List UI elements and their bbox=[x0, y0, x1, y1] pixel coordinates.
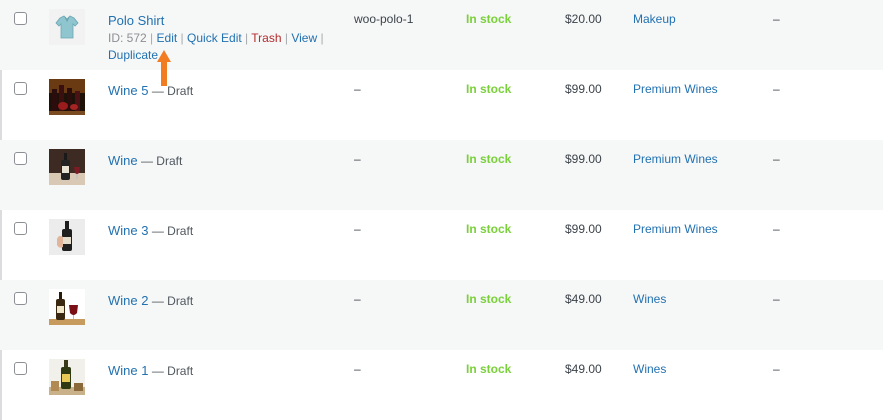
price-cell: $49.00 bbox=[565, 362, 602, 376]
category-link[interactable]: Premium Wines bbox=[633, 152, 718, 166]
row-checkbox[interactable] bbox=[14, 292, 27, 305]
name-cell: Polo Shirt ID: 572 | Edit | Quick Edit |… bbox=[108, 12, 338, 64]
category-link[interactable]: Premium Wines bbox=[633, 222, 718, 236]
product-name-link[interactable]: Polo Shirt bbox=[108, 13, 164, 28]
product-thumbnail[interactable] bbox=[49, 9, 85, 45]
table-row: Wine 5 — Draft – In stock $99.00 Premium… bbox=[0, 70, 883, 140]
table-row: Polo Shirt ID: 572 | Edit | Quick Edit |… bbox=[0, 0, 883, 70]
wine-bottles-icon bbox=[49, 79, 85, 115]
name-cell: Wine 3 — Draft bbox=[108, 222, 338, 240]
table-row: Wine — Draft – In stock $99.00 Premium W… bbox=[0, 140, 883, 210]
tags-cell: – bbox=[773, 152, 780, 166]
stock-status: In stock bbox=[466, 82, 512, 96]
product-name-link[interactable]: Wine bbox=[108, 153, 138, 168]
product-thumbnail[interactable] bbox=[49, 359, 85, 395]
sku-cell: – bbox=[354, 222, 361, 236]
row-checkbox[interactable] bbox=[14, 12, 27, 25]
view-link[interactable]: View bbox=[291, 31, 317, 45]
product-thumbnail[interactable] bbox=[49, 289, 85, 325]
name-cell: Wine 5 — Draft bbox=[108, 82, 338, 100]
annotation-arrow-up-icon bbox=[157, 50, 171, 86]
row-actions: ID: 572 | Edit | Quick Edit | Trash | Vi… bbox=[108, 30, 338, 64]
product-id: ID: 572 bbox=[108, 31, 147, 45]
products-table: Polo Shirt ID: 572 | Edit | Quick Edit |… bbox=[0, 0, 883, 420]
stock-status: In stock bbox=[466, 222, 512, 236]
row-checkbox[interactable] bbox=[14, 362, 27, 375]
row-checkbox[interactable] bbox=[14, 82, 27, 95]
separator: | bbox=[150, 31, 154, 45]
stock-status: In stock bbox=[466, 362, 512, 376]
product-name-link[interactable]: Wine 2 bbox=[108, 293, 148, 308]
sku-cell: woo-polo-1 bbox=[354, 12, 414, 26]
price-cell: $99.00 bbox=[565, 82, 602, 96]
post-status: — Draft bbox=[151, 84, 194, 98]
name-cell: Wine 1 — Draft bbox=[108, 362, 338, 380]
edit-link[interactable]: Edit bbox=[157, 31, 178, 45]
post-status: — Draft bbox=[151, 224, 194, 238]
tags-cell: – bbox=[773, 222, 780, 236]
sku-cell: – bbox=[354, 292, 361, 306]
tags-cell: – bbox=[773, 12, 780, 26]
category-link[interactable]: Wines bbox=[633, 362, 666, 376]
stock-status: In stock bbox=[466, 12, 512, 26]
sku-cell: – bbox=[354, 362, 361, 376]
product-name-link[interactable]: Wine 5 bbox=[108, 83, 148, 98]
table-row: Wine 1 — Draft – In stock $49.00 Wines – bbox=[0, 350, 883, 420]
price-cell: $20.00 bbox=[565, 12, 602, 26]
separator: | bbox=[320, 31, 324, 45]
row-checkbox[interactable] bbox=[14, 152, 27, 165]
product-thumbnail[interactable] bbox=[49, 79, 85, 115]
product-thumbnail[interactable] bbox=[49, 219, 85, 255]
row-checkbox[interactable] bbox=[14, 222, 27, 235]
product-name-link[interactable]: Wine 1 bbox=[108, 363, 148, 378]
category-link[interactable]: Makeup bbox=[633, 12, 676, 26]
wine-red-glass-icon bbox=[49, 289, 85, 325]
product-thumbnail[interactable] bbox=[49, 149, 85, 185]
stock-status: In stock bbox=[466, 292, 512, 306]
sku-cell: – bbox=[354, 152, 361, 166]
quick-edit-link[interactable]: Quick Edit bbox=[187, 31, 242, 45]
post-status: — Draft bbox=[140, 154, 183, 168]
tags-cell: – bbox=[773, 82, 780, 96]
post-status: — Draft bbox=[151, 294, 194, 308]
polo-shirt-icon bbox=[49, 9, 85, 45]
separator: | bbox=[245, 31, 249, 45]
category-link[interactable]: Premium Wines bbox=[633, 82, 718, 96]
price-cell: $49.00 bbox=[565, 292, 602, 306]
sku-cell: – bbox=[354, 82, 361, 96]
tags-cell: – bbox=[773, 292, 780, 306]
wine-bottle-glass-icon bbox=[49, 149, 85, 185]
name-cell: Wine 2 — Draft bbox=[108, 292, 338, 310]
price-cell: $99.00 bbox=[565, 222, 602, 236]
stock-status: In stock bbox=[466, 152, 512, 166]
wine-box-icon bbox=[49, 359, 85, 395]
price-cell: $99.00 bbox=[565, 152, 602, 166]
post-status: — Draft bbox=[151, 364, 194, 378]
tags-cell: – bbox=[773, 362, 780, 376]
table-row: Wine 3 — Draft – In stock $99.00 Premium… bbox=[0, 210, 883, 280]
name-cell: Wine — Draft bbox=[108, 152, 338, 170]
trash-link[interactable]: Trash bbox=[251, 31, 281, 45]
category-link[interactable]: Wines bbox=[633, 292, 666, 306]
wine-hand-icon bbox=[49, 219, 85, 255]
separator: | bbox=[180, 31, 184, 45]
product-name-link[interactable]: Wine 3 bbox=[108, 223, 148, 238]
duplicate-link[interactable]: Duplicate bbox=[108, 48, 158, 62]
separator: | bbox=[284, 31, 288, 45]
table-row: Wine 2 — Draft – In stock $49.00 Wines – bbox=[0, 280, 883, 350]
